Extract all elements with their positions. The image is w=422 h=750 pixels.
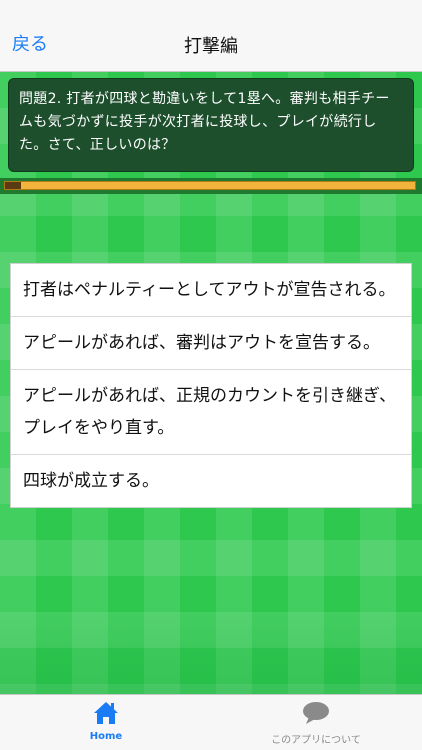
answer-option-2[interactable]: アピールがあれば、審判はアウトを宣告する。 (11, 317, 411, 370)
navigation-bar: 戻る 打撃編 (0, 0, 422, 72)
progress-fill (5, 182, 22, 189)
tab-about[interactable]: このアプリについて (246, 701, 386, 746)
page-title: 打撃編 (184, 36, 238, 57)
tab-home[interactable]: Home (36, 701, 176, 742)
speech-bubble-icon (301, 702, 331, 729)
question-box: 問題2. 打者が四球と勘違いをして1塁へ。審判も相手チームも気づかずに投手が次打… (8, 78, 414, 172)
home-icon (93, 702, 119, 729)
progress-bar (0, 178, 422, 194)
answer-option-3[interactable]: アピールがあれば、正規のカウントを引き継ぎ、プレイをやり直す。 (11, 370, 411, 455)
tab-home-label: Home (89, 731, 123, 742)
question-text: 問題2. 打者が四球と勘違いをして1塁へ。審判も相手チームも気づかずに投手が次打… (19, 91, 390, 153)
answer-list: 打者はペナルティーとしてアウトが宣告される。 アピールがあれば、審判はアウトを宣… (10, 263, 412, 508)
tab-about-label: このアプリについて (271, 735, 361, 746)
answer-option-1[interactable]: 打者はペナルティーとしてアウトが宣告される。 (11, 264, 411, 317)
answer-option-4[interactable]: 四球が成立する。 (11, 455, 411, 507)
progress-track (4, 181, 416, 190)
tab-bar: Home このアプリについて (0, 694, 422, 750)
